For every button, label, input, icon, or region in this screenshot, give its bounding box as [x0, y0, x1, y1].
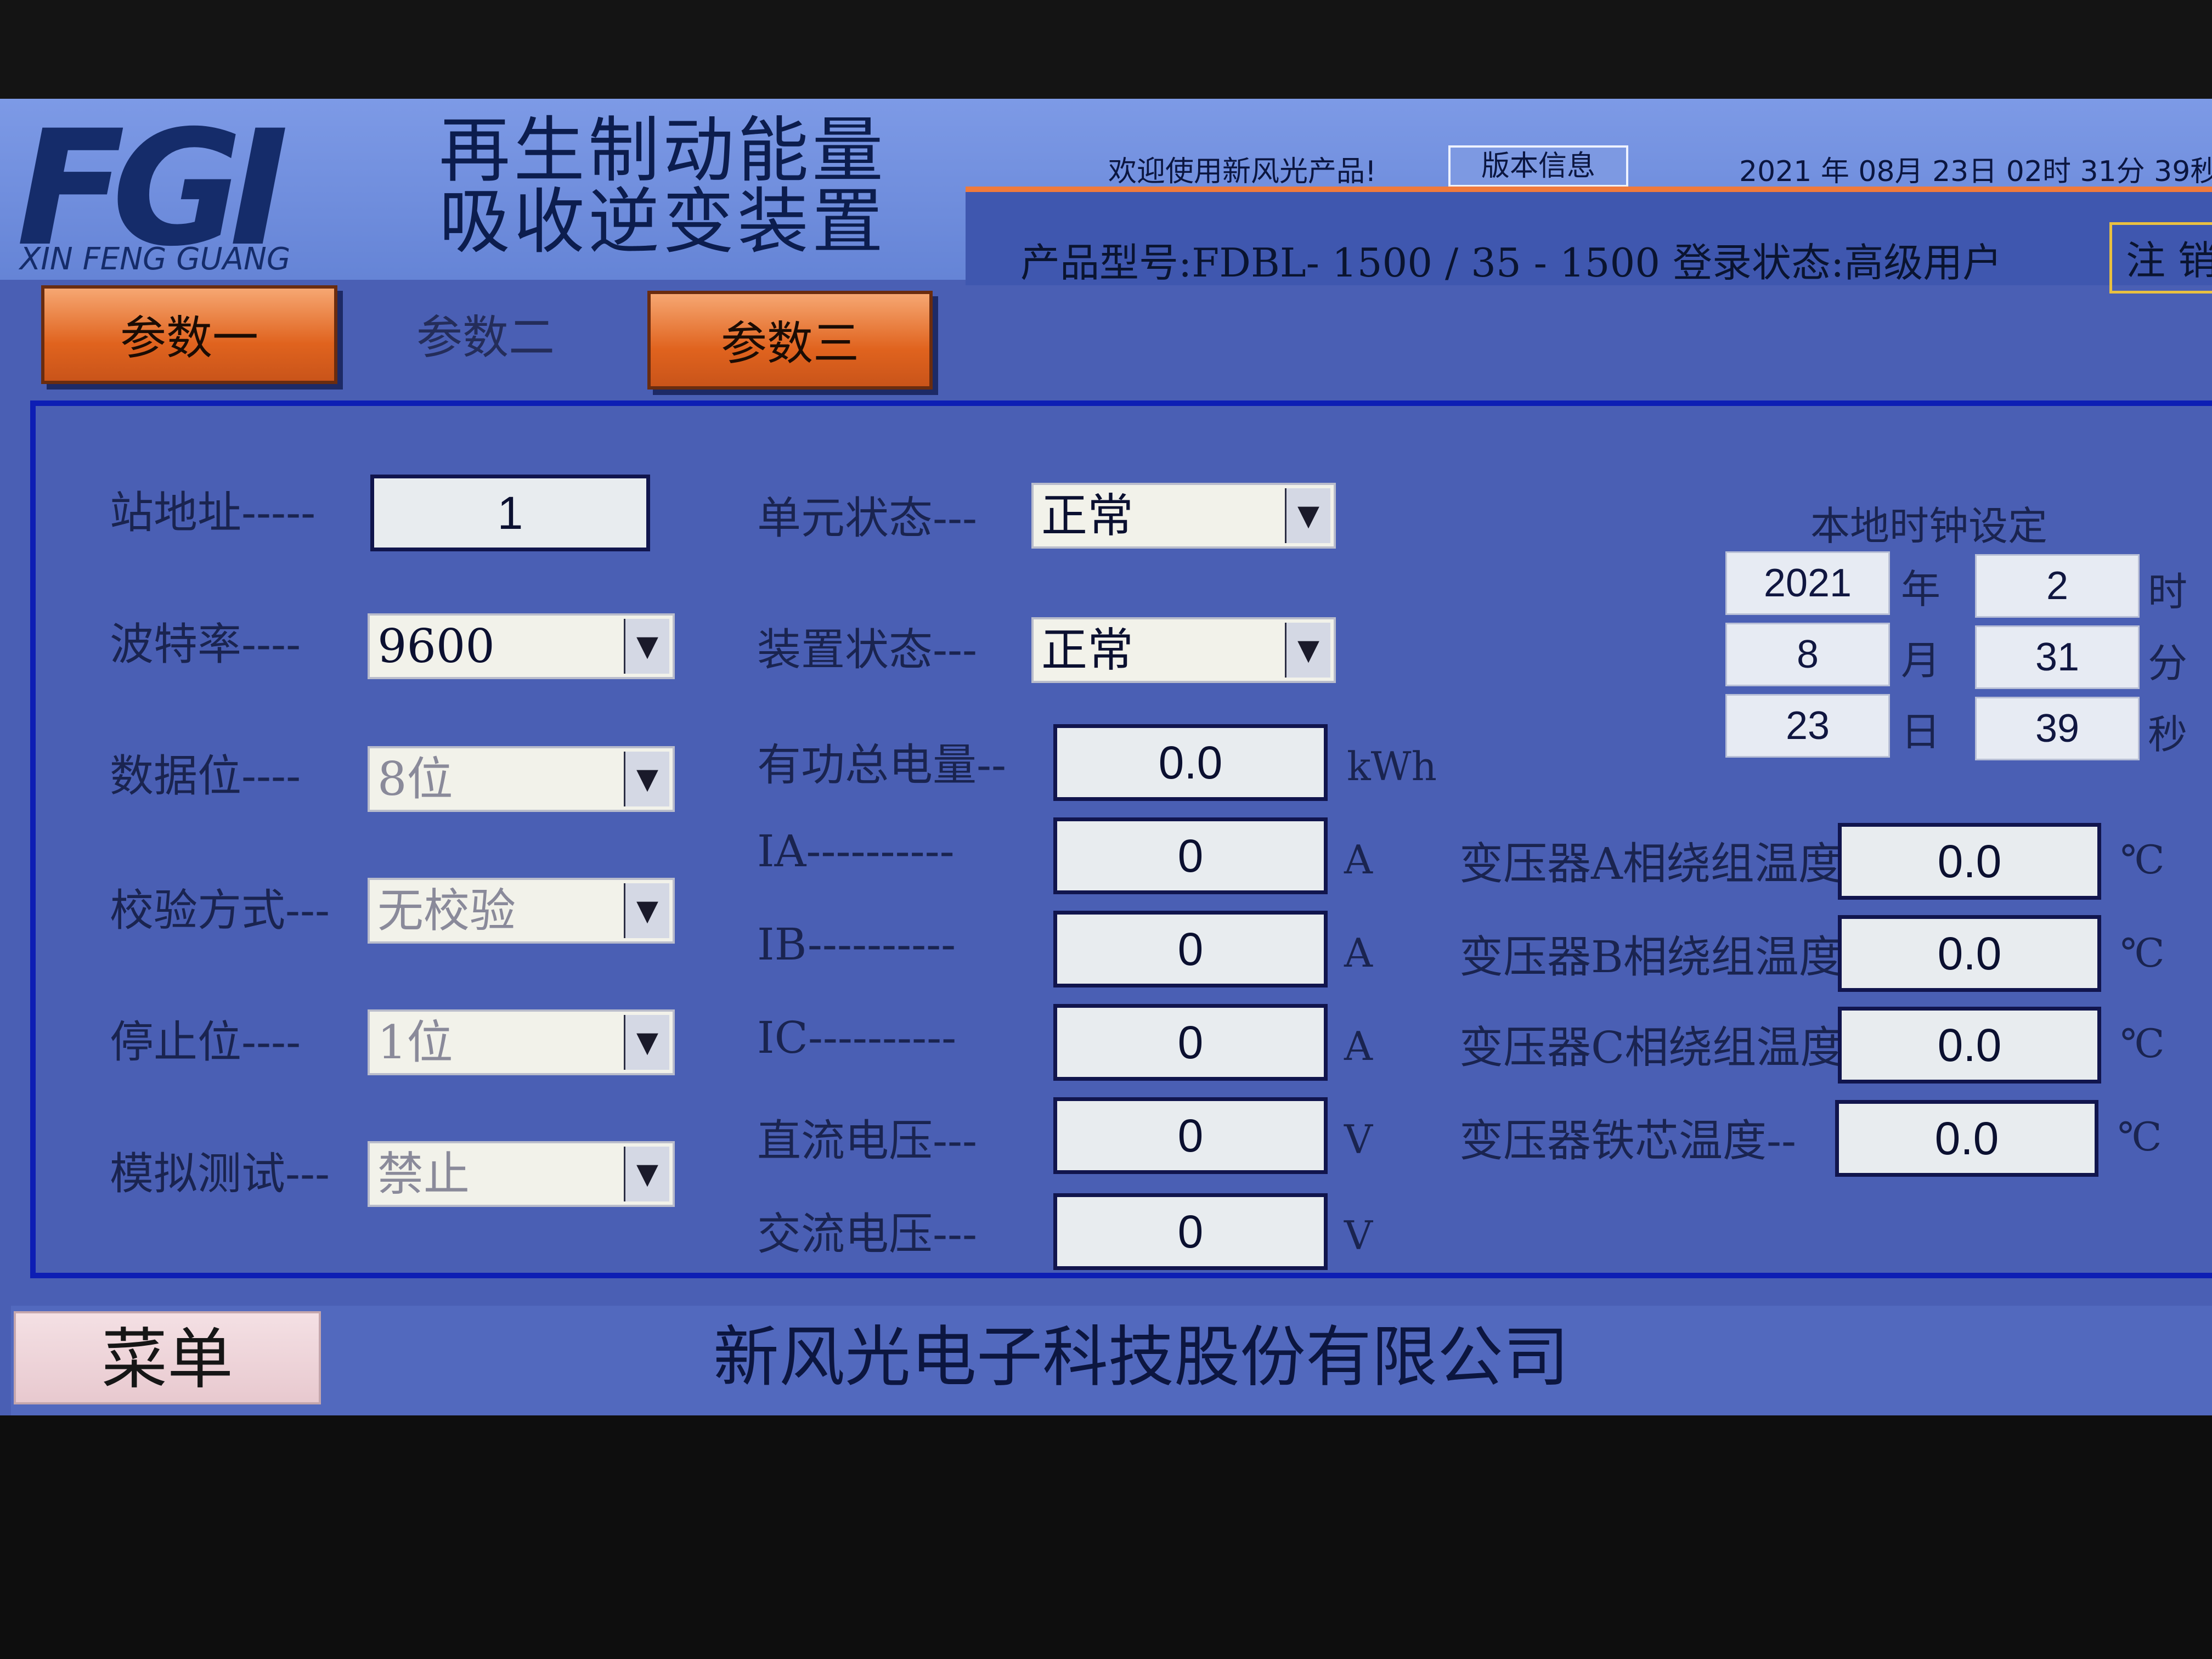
menu-button[interactable]: 菜单 — [14, 1311, 321, 1404]
core-temp-label: 变压器铁芯温度-- — [1459, 1115, 1797, 1166]
temp-b-winding-label: 变压器B相绕组温度 — [1459, 932, 1843, 983]
ia-field: 0 — [1053, 817, 1328, 894]
clock-year-unit: 年 — [1901, 566, 1941, 612]
logout-button[interactable]: 注 销 — [2109, 222, 2212, 294]
sim-test-select[interactable]: 禁止 ▼ — [368, 1141, 675, 1207]
stop-bits-label: 停止位---- — [110, 1017, 301, 1068]
ic-unit: A — [1344, 1023, 1373, 1069]
clock-hour-unit: 时 — [2148, 569, 2188, 615]
ia-unit: A — [1344, 837, 1373, 883]
core-temp-unit: ℃ — [2118, 1114, 2162, 1160]
stop-bits-select[interactable]: 1位 ▼ — [368, 1009, 675, 1075]
sim-test-value: 禁止 — [377, 1147, 470, 1201]
temp-c-winding-field: 0.0 — [1838, 1007, 2101, 1084]
local-clock-title: 本地时钟设定 — [1810, 503, 2048, 549]
unit-status-label: 单元状态--- — [757, 493, 978, 544]
parity-value: 无校验 — [377, 884, 516, 938]
device-status-value: 正常 — [1041, 623, 1134, 677]
active-energy-unit: kWh — [1347, 743, 1437, 789]
core-temp-field: 0.0 — [1835, 1100, 2098, 1177]
ic-field: 0 — [1053, 1004, 1328, 1081]
baud-rate-value: 9600 — [377, 619, 495, 673]
product-title-line2: 吸收逆变装置 — [439, 180, 887, 263]
clock-second-field[interactable]: 39 — [1975, 697, 2140, 760]
ic-label: IC---------- — [757, 1012, 957, 1063]
ib-label: IB---------- — [757, 919, 956, 970]
temp-c-winding-label: 变压器C相绕组温度 — [1459, 1022, 1844, 1073]
version-info-button[interactable]: 版本信息 — [1448, 145, 1628, 187]
clock-day-unit: 日 — [1901, 709, 1941, 755]
clock-second-unit: 秒 — [2148, 712, 2188, 758]
dropdown-arrow-icon: ▼ — [624, 883, 669, 938]
clock-month-unit: 月 — [1901, 637, 1941, 684]
product-title-line1: 再生制动能量 — [439, 109, 887, 192]
ac-voltage-label: 交流电压--- — [757, 1209, 978, 1260]
welcome-text: 欢迎使用新风光产品! — [1108, 155, 1376, 188]
dc-voltage-label: 直流电压--- — [757, 1115, 978, 1166]
data-bits-label: 数据位---- — [110, 751, 301, 802]
station-address-field[interactable]: 1 — [370, 475, 650, 551]
header-bar: FGI XIN FENG GUANG 再生制动能量 吸收逆变装置 欢迎使用新风光… — [0, 99, 2212, 294]
dc-voltage-unit: V — [1344, 1116, 1373, 1163]
stop-bits-value: 1位 — [377, 1015, 453, 1069]
ia-label: IA---------- — [757, 826, 955, 877]
baud-rate-select[interactable]: 9600 ▼ — [368, 613, 675, 679]
dropdown-arrow-icon: ▼ — [624, 1015, 669, 1070]
data-bits-value: 8位 — [377, 752, 453, 806]
clock-minute-field[interactable]: 31 — [1975, 625, 2140, 689]
active-energy-label: 有功总电量-- — [757, 740, 1007, 791]
company-name: 新风光电子科技股份有限公司 — [713, 1319, 1569, 1396]
tab-params-1[interactable]: 参数一 — [41, 285, 337, 384]
device-status-select[interactable]: 正常 ▼ — [1031, 617, 1336, 683]
logo-subtitle: XIN FENG GUANG — [20, 241, 291, 277]
parity-select[interactable]: 无校验 ▼ — [368, 878, 675, 944]
product-model-login-status: 产品型号:FDBL- 1500 / 35 - 1500 登录状态:高级用户 — [1020, 240, 2002, 286]
device-status-label: 装置状态--- — [757, 624, 978, 675]
hmi-screen: FGI XIN FENG GUANG 再生制动能量 吸收逆变装置 欢迎使用新风光… — [0, 99, 2212, 1415]
unit-status-value: 正常 — [1041, 489, 1134, 543]
company-logo: FGI XIN FENG GUANG — [16, 110, 368, 278]
device-bezel — [0, 1415, 2212, 1659]
dropdown-arrow-icon: ▼ — [1285, 623, 1330, 678]
temp-a-unit: ℃ — [2120, 837, 2165, 883]
sim-test-label: 模拟测试--- — [110, 1148, 330, 1199]
temp-a-winding-field: 0.0 — [1838, 823, 2101, 900]
station-address-label: 站地址----- — [110, 487, 316, 538]
tab-params-3[interactable]: 参数三 — [647, 291, 933, 390]
clock-day-field[interactable]: 23 — [1725, 694, 1890, 758]
temp-a-winding-label: 变压器A相绕组温度 — [1459, 838, 1842, 889]
clock-year-field[interactable]: 2021 — [1725, 551, 1890, 615]
dropdown-arrow-icon: ▼ — [1285, 488, 1330, 543]
dc-voltage-field: 0 — [1053, 1097, 1328, 1174]
datetime-display: 2021 年 08月 23日 02时 31分 39秒 — [1739, 155, 2212, 188]
dropdown-arrow-icon: ▼ — [624, 752, 669, 806]
dropdown-arrow-icon: ▼ — [624, 1147, 669, 1201]
temp-c-unit: ℃ — [2120, 1020, 2165, 1066]
clock-month-field[interactable]: 8 — [1725, 623, 1890, 686]
temp-b-unit: ℃ — [2120, 930, 2165, 976]
dropdown-arrow-icon: ▼ — [624, 619, 669, 674]
baud-rate-label: 波特率---- — [110, 619, 301, 670]
ac-voltage-unit: V — [1344, 1212, 1373, 1259]
active-energy-field: 0.0 — [1053, 724, 1328, 801]
clock-minute-unit: 分 — [2148, 640, 2188, 686]
temp-b-winding-field: 0.0 — [1838, 915, 2101, 992]
unit-status-select[interactable]: 正常 ▼ — [1031, 483, 1336, 549]
tab-params-2[interactable]: 参数二 — [351, 288, 620, 387]
ib-unit: A — [1344, 930, 1373, 976]
clock-hour-field[interactable]: 2 — [1975, 554, 2140, 618]
parity-label: 校验方式--- — [110, 885, 330, 936]
data-bits-select[interactable]: 8位 ▼ — [368, 746, 675, 812]
ib-field: 0 — [1053, 911, 1328, 988]
ac-voltage-field: 0 — [1053, 1193, 1328, 1270]
